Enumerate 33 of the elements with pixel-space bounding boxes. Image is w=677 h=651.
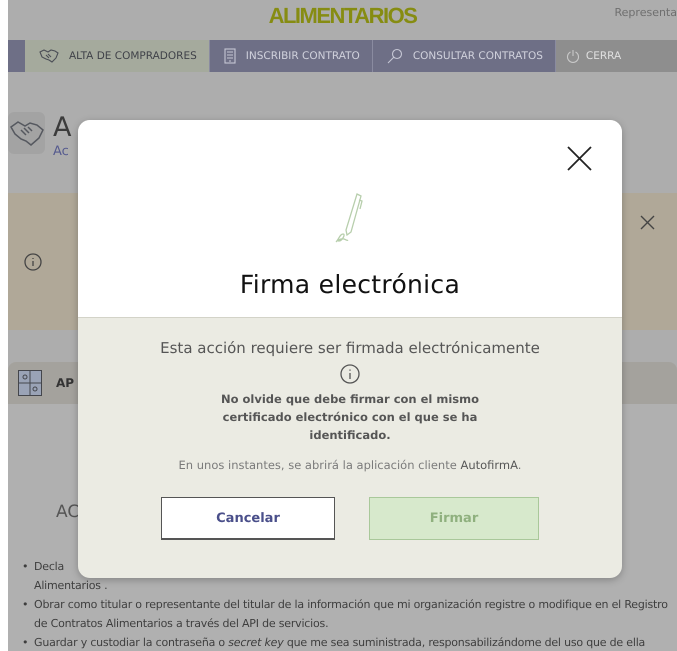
dialog-message: Esta acción requiere ser firmada electrónicamente xyxy=(160,339,540,357)
bullet-mark: • xyxy=(22,635,30,651)
bullet-mark: • xyxy=(22,597,30,613)
terms-item: Alimentarios . xyxy=(34,578,108,594)
info-icon xyxy=(340,364,360,384)
card-title: AP xyxy=(56,376,74,390)
page-subheading[interactable]: Ac xyxy=(53,144,69,159)
terms-item: Obrar como titular o representante del titular de la información que mi organización registre o modifique en el Registro de Contratos Alimentarios a través del API de servicios. xyxy=(34,597,669,632)
terms-item: Decla xyxy=(34,559,66,575)
nav-tab[interactable]: CONSULTAR CONTRATOS xyxy=(372,40,556,72)
page-heading: A xyxy=(53,112,72,144)
nav-tab[interactable]: CERRA xyxy=(556,40,677,72)
sign-button[interactable]: Firmar xyxy=(369,497,539,540)
nav-tab[interactable]: ALTA DE COMPRADORES xyxy=(25,40,210,72)
site-title: ALIMENTARIOS xyxy=(268,3,416,29)
search-icon xyxy=(386,48,403,64)
cancel-button[interactable]: Cancelar xyxy=(161,497,335,540)
power-icon xyxy=(566,49,580,63)
dialog-title: Firma electrónica xyxy=(240,270,460,299)
handshake-icon xyxy=(39,49,59,63)
info-icon xyxy=(24,252,42,270)
puzzle-icon xyxy=(18,370,42,396)
bullet-mark: • xyxy=(22,559,30,575)
document-icon xyxy=(224,48,236,64)
note-text: En unos instantes, se abrirá la aplicación cliente AutofirmA. xyxy=(178,458,522,472)
user-role[interactable]: Representa xyxy=(614,6,677,19)
pen-signature-icon xyxy=(335,192,365,244)
section-heading: AC xyxy=(56,502,80,522)
nav-tab[interactable]: INSCRIBIR CONTRATO xyxy=(210,40,373,72)
terms-item: Guardar y custodiar la contraseña o secret key que me sea suministrada, responsabilizándome del uso que de ella xyxy=(34,635,646,651)
handshake-icon xyxy=(10,120,44,146)
warning-text: No olvide que debe firmar con el mismo certificado electrónico con el que se ha identificado. xyxy=(220,391,480,444)
close-icon[interactable] xyxy=(567,146,592,171)
